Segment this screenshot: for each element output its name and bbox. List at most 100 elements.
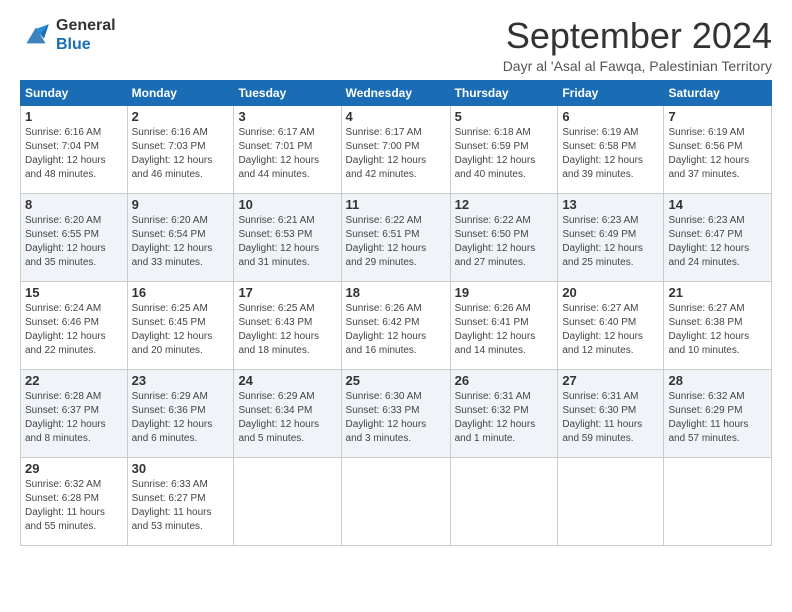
col-thursday: Thursday [450,80,558,105]
day-info: Sunrise: 6:19 AMSunset: 6:58 PMDaylight:… [562,126,659,182]
calendar: Sunday Monday Tuesday Wednesday Thursday… [20,80,772,546]
day-info: Sunrise: 6:20 AMSunset: 6:55 PMDaylight:… [25,214,123,270]
day-number: 22 [25,373,123,388]
day-info: Sunrise: 6:31 AMSunset: 6:32 PMDaylight:… [455,390,554,446]
logo-icon [20,21,52,49]
day-info: Sunrise: 6:16 AMSunset: 7:04 PMDaylight:… [25,126,123,182]
col-wednesday: Wednesday [341,80,450,105]
day-info: Sunrise: 6:28 AMSunset: 6:37 PMDaylight:… [25,390,123,446]
table-row [341,457,450,545]
table-row: 1 Sunrise: 6:16 AMSunset: 7:04 PMDaylight… [21,105,128,193]
table-row [234,457,341,545]
table-row: 2 Sunrise: 6:16 AMSunset: 7:03 PMDaylight… [127,105,234,193]
day-info: Sunrise: 6:26 AMSunset: 6:41 PMDaylight:… [455,302,554,358]
table-row: 18 Sunrise: 6:26 AMSunset: 6:42 PMDayligh… [341,281,450,369]
day-info: Sunrise: 6:31 AMSunset: 6:30 PMDaylight:… [562,390,659,446]
day-info: Sunrise: 6:18 AMSunset: 6:59 PMDaylight:… [455,126,554,182]
day-number: 17 [238,285,336,300]
day-info: Sunrise: 6:29 AMSunset: 6:34 PMDaylight:… [238,390,336,446]
table-row: 28 Sunrise: 6:32 AMSunset: 6:29 PMDayligh… [664,369,772,457]
table-row: 10Sunrise: 6:21 AMSunset: 6:53 PMDayligh… [234,193,341,281]
day-number: 9 [132,197,230,212]
table-row [664,457,772,545]
day-info: Sunrise: 6:22 AMSunset: 6:51 PMDaylight:… [346,214,446,270]
table-row: 25 Sunrise: 6:30 AMSunset: 6:33 PMDayligh… [341,369,450,457]
day-info: Sunrise: 6:17 AMSunset: 7:01 PMDaylight:… [238,126,336,182]
day-number: 16 [132,285,230,300]
calendar-week-3: 15Sunrise: 6:24 AMSunset: 6:46 PMDayligh… [21,281,772,369]
col-monday: Monday [127,80,234,105]
month-title: September 2024 [503,16,772,56]
table-row: 22 Sunrise: 6:28 AMSunset: 6:37 PMDayligh… [21,369,128,457]
table-row: 4Sunrise: 6:17 AMSunset: 7:00 PMDaylight… [341,105,450,193]
day-info: Sunrise: 6:24 AMSunset: 6:46 PMDaylight:… [25,302,123,358]
day-number: 26 [455,373,554,388]
table-row: 15Sunrise: 6:24 AMSunset: 6:46 PMDayligh… [21,281,128,369]
day-info: Sunrise: 6:29 AMSunset: 6:36 PMDaylight:… [132,390,230,446]
day-number: 10 [238,197,336,212]
day-number: 18 [346,285,446,300]
day-info: Sunrise: 6:26 AMSunset: 6:42 PMDaylight:… [346,302,446,358]
day-info: Sunrise: 6:19 AMSunset: 6:56 PMDaylight:… [668,126,767,182]
logo-text: General Blue [56,16,116,54]
day-number: 29 [25,461,123,476]
col-friday: Friday [558,80,664,105]
day-number: 21 [668,285,767,300]
day-number: 25 [346,373,446,388]
table-row: 6Sunrise: 6:19 AMSunset: 6:58 PMDaylight… [558,105,664,193]
day-info: Sunrise: 6:27 AMSunset: 6:40 PMDaylight:… [562,302,659,358]
day-info: Sunrise: 6:22 AMSunset: 6:50 PMDaylight:… [455,214,554,270]
table-row: 19 Sunrise: 6:26 AMSunset: 6:41 PMDayligh… [450,281,558,369]
table-row: 20 Sunrise: 6:27 AMSunset: 6:40 PMDayligh… [558,281,664,369]
day-info: Sunrise: 6:25 AMSunset: 6:43 PMDaylight:… [238,302,336,358]
col-saturday: Saturday [664,80,772,105]
table-row: 5 Sunrise: 6:18 AMSunset: 6:59 PMDaylight… [450,105,558,193]
day-number: 12 [455,197,554,212]
table-row: 13 Sunrise: 6:23 AMSunset: 6:49 PMDayligh… [558,193,664,281]
calendar-week-2: 8 Sunrise: 6:20 AMSunset: 6:55 PMDaylight… [21,193,772,281]
day-number: 30 [132,461,230,476]
day-info: Sunrise: 6:32 AMSunset: 6:28 PMDaylight:… [25,478,123,534]
day-number: 23 [132,373,230,388]
day-info: Sunrise: 6:16 AMSunset: 7:03 PMDaylight:… [132,126,230,182]
table-row: 16 Sunrise: 6:25 AMSunset: 6:45 PMDayligh… [127,281,234,369]
day-number: 8 [25,197,123,212]
table-row [558,457,664,545]
day-number: 13 [562,197,659,212]
day-number: 11 [346,197,446,212]
table-row: 8 Sunrise: 6:20 AMSunset: 6:55 PMDaylight… [21,193,128,281]
day-info: Sunrise: 6:30 AMSunset: 6:33 PMDaylight:… [346,390,446,446]
day-number: 7 [668,109,767,124]
calendar-week-5: 29 Sunrise: 6:32 AMSunset: 6:28 PMDayligh… [21,457,772,545]
day-info: Sunrise: 6:25 AMSunset: 6:45 PMDaylight:… [132,302,230,358]
day-info: Sunrise: 6:33 AMSunset: 6:27 PMDaylight:… [132,478,230,534]
col-tuesday: Tuesday [234,80,341,105]
table-row: 23 Sunrise: 6:29 AMSunset: 6:36 PMDayligh… [127,369,234,457]
table-row: 9 Sunrise: 6:20 AMSunset: 6:54 PMDaylight… [127,193,234,281]
day-info: Sunrise: 6:23 AMSunset: 6:47 PMDaylight:… [668,214,767,270]
day-number: 19 [455,285,554,300]
day-number: 14 [668,197,767,212]
table-row: 21Sunrise: 6:27 AMSunset: 6:38 PMDayligh… [664,281,772,369]
day-info: Sunrise: 6:32 AMSunset: 6:29 PMDaylight:… [668,390,767,446]
day-number: 20 [562,285,659,300]
table-row: 24 Sunrise: 6:29 AMSunset: 6:34 PMDayligh… [234,369,341,457]
table-row: 29 Sunrise: 6:32 AMSunset: 6:28 PMDayligh… [21,457,128,545]
subtitle: Dayr al 'Asal al Fawqa, Palestinian Terr… [503,58,772,74]
table-row: 27 Sunrise: 6:31 AMSunset: 6:30 PMDayligh… [558,369,664,457]
table-row: 7 Sunrise: 6:19 AMSunset: 6:56 PMDaylight… [664,105,772,193]
day-number: 4 [346,109,446,124]
day-number: 24 [238,373,336,388]
day-info: Sunrise: 6:20 AMSunset: 6:54 PMDaylight:… [132,214,230,270]
day-number: 5 [455,109,554,124]
day-number: 28 [668,373,767,388]
day-number: 1 [25,109,123,124]
day-info: Sunrise: 6:23 AMSunset: 6:49 PMDaylight:… [562,214,659,270]
day-number: 27 [562,373,659,388]
table-row: 12 Sunrise: 6:22 AMSunset: 6:50 PMDayligh… [450,193,558,281]
table-row: 30 Sunrise: 6:33 AMSunset: 6:27 PMDayligh… [127,457,234,545]
calendar-week-4: 22 Sunrise: 6:28 AMSunset: 6:37 PMDayligh… [21,369,772,457]
day-number: 2 [132,109,230,124]
day-number: 3 [238,109,336,124]
logo: General Blue [20,16,116,54]
